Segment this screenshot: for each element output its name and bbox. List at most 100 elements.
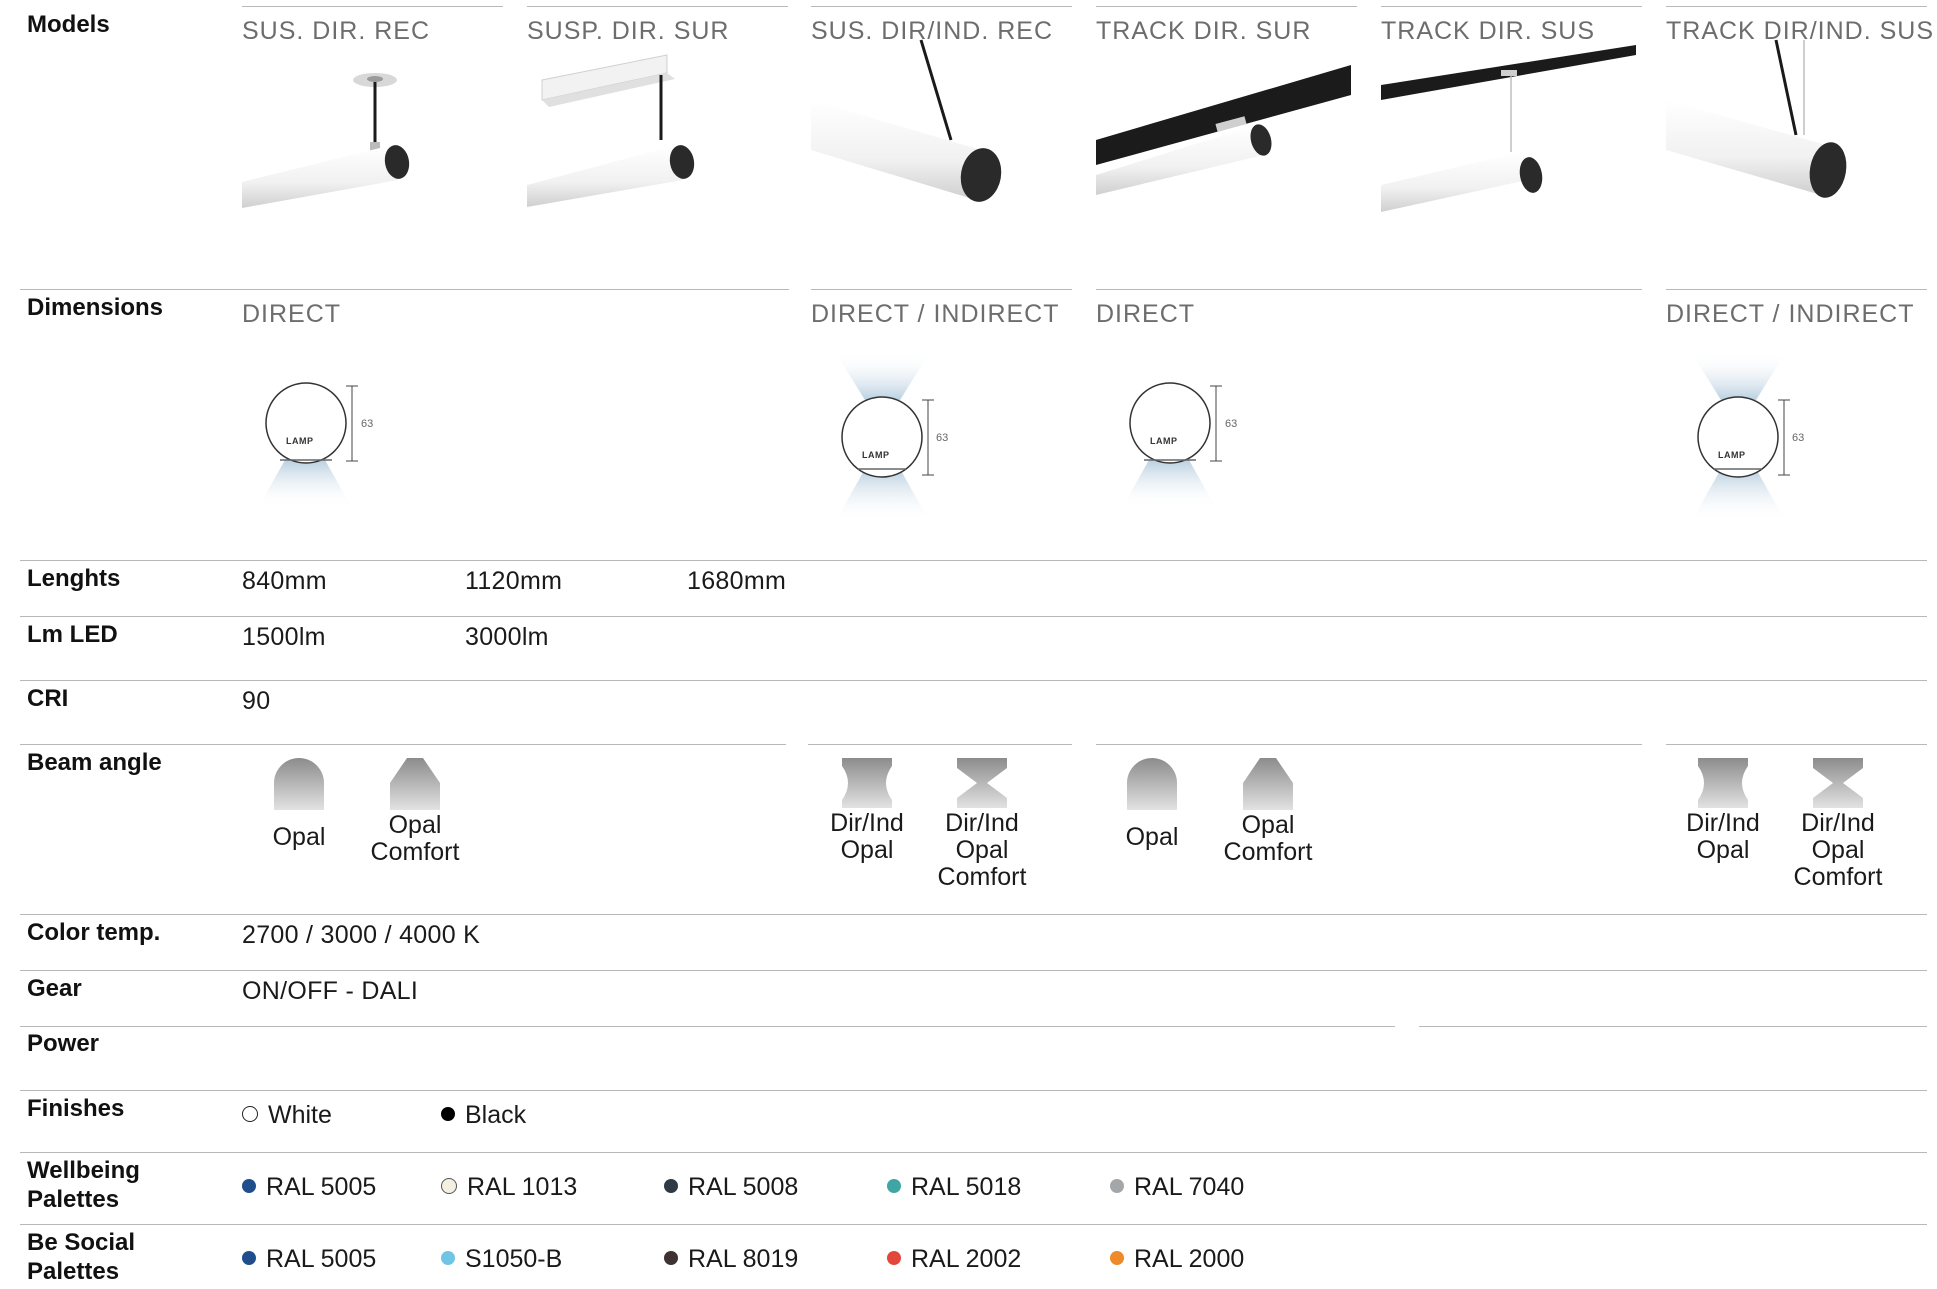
row-label-wellbeing-palettes: Wellbeing Palettes [27,1156,140,1214]
row-label-power: Power [27,1030,100,1057]
beam-dirind-opal-comfort-icon [957,758,1007,808]
color-dot [1110,1251,1124,1266]
color-dot [887,1251,901,1266]
divider-dimensions-d [1666,289,1927,290]
wellbeing-swatch-1: RAL 5005 [242,1173,376,1202]
swatch-label: RAL 1013 [467,1173,578,1201]
swatch-label: RAL 8019 [688,1245,799,1273]
row-label-cri: CRI [27,685,69,712]
beam-label-line: Dir/Ind [945,809,1019,837]
divider-color-temp [20,914,1927,915]
dimension-group-direct-2: DIRECT [1096,300,1196,328]
beam-label-line: Opal [840,836,894,864]
divider-dimensions-c [1096,289,1642,290]
row-label-beam-angle: Beam angle [27,749,162,776]
divider-top-4 [1096,6,1357,7]
swatch-label: RAL 2000 [1134,1245,1245,1273]
divider-cri [20,680,1927,681]
beam-dirind-opal-icon [842,758,892,808]
color-dot [664,1251,678,1266]
wellbeing-label-line2: Palettes [27,1186,120,1213]
beam-opal-comfort-icon [1243,758,1293,810]
beam-opal-icon [1127,758,1177,810]
color-dot [664,1179,678,1194]
lm-led-value-2: 3000lm [465,623,549,651]
divider-power-b [1419,1026,1927,1027]
wellbeing-swatch-5: RAL 7040 [1110,1173,1244,1202]
beam-label-dirind-opal-comfort: Dir/Ind Opal Comfort [1778,810,1898,891]
diagram-brand-label: LAMP [1150,436,1178,446]
diagram-size-label: 63 [936,432,949,444]
divider-beam-c [1096,744,1642,745]
finish-label: White [268,1101,332,1129]
model-title-4: TRACK DIR. SUR [1096,17,1312,45]
length-value-2: 1120mm [465,567,563,595]
product-image-susp-dir-sur [527,54,695,207]
divider-lenghts [20,560,1927,561]
diagram-size-label: 63 [1792,432,1805,444]
dimension-diagram-direct-2: LAMP 63 [1104,380,1244,520]
product-image-sus-dir-rec [242,73,410,208]
beam-label-line: Dir/Ind [1686,809,1760,837]
gear-value: ON/OFF - DALI [242,977,419,1005]
swatch-label: RAL 5005 [266,1245,377,1273]
dimension-diagram-dirind-1: LAMP 63 [810,352,960,527]
beam-label-line: Comfort [1793,863,1883,891]
divider-beam-a [20,744,786,745]
beam-opal-icon [274,758,324,810]
finish-swatch [242,1106,258,1123]
beam-label-opal-comfort: Opal Comfort [355,812,475,866]
beam-label-opal-comfort: Opal Comfort [1208,812,1328,866]
beam-label-line: Comfort [1223,838,1313,866]
social-swatch-3: RAL 8019 [664,1245,798,1274]
diagram-brand-label: LAMP [862,450,890,460]
swatch-label: RAL 5008 [688,1173,799,1201]
swatch-label: RAL 2002 [911,1245,1022,1273]
divider-dimensions-a [20,289,789,290]
beam-label-opal: Opal [272,823,326,851]
product-image-track-dirind-sus [1666,39,1847,198]
color-dot [441,1178,457,1195]
diagram-brand-label: LAMP [1718,450,1746,460]
beam-label-line: Opal [955,836,1009,864]
divider-beam-d [1666,744,1927,745]
color-dot [441,1251,455,1266]
row-label-models: Models [27,11,110,38]
color-dot [1110,1179,1124,1194]
row-label-lm-led: Lm LED [27,621,118,648]
wellbeing-swatch-4: RAL 5018 [887,1173,1021,1202]
finish-white: White [242,1101,332,1130]
wellbeing-swatch-2: RAL 1013 [441,1173,577,1202]
beam-label-line: Opal [388,811,442,839]
beam-dirind-opal-comfort-icon [1813,758,1863,808]
divider-lm-led [20,616,1927,617]
beam-label-line: Opal [1241,811,1295,839]
divider-top-2 [527,6,788,7]
finish-swatch [441,1107,455,1122]
dimension-group-direct-1: DIRECT [242,300,342,328]
length-value-1: 840mm [242,567,327,595]
divider-gear [20,970,1927,971]
social-swatch-4: RAL 2002 [887,1245,1021,1274]
swatch-label: RAL 5005 [266,1173,377,1201]
divider-top-6 [1666,6,1927,7]
diagram-brand-label: LAMP [286,436,314,446]
length-value-3: 1680mm [687,567,787,595]
lm-led-value-1: 1500lm [242,623,326,651]
row-label-lenghts: Lenghts [27,565,121,592]
beam-label-dirind-opal: Dir/Ind Opal [812,810,922,864]
social-swatch-5: RAL 2000 [1110,1245,1244,1274]
wellbeing-swatch-3: RAL 5008 [664,1173,798,1202]
divider-finishes [20,1090,1927,1091]
social-label-line1: Be Social [27,1229,136,1256]
dimension-group-dirind-1: DIRECT / INDIRECT [811,300,1060,328]
row-label-finishes: Finishes [27,1095,125,1122]
product-image-track-dir-sur [1096,65,1351,195]
beam-dirind-opal-icon [1698,758,1748,808]
beam-label-line: Comfort [937,863,1027,891]
beam-label-line: Opal [1811,836,1865,864]
divider-top-5 [1381,6,1642,7]
divider-beam-b [808,744,1072,745]
swatch-label: RAL 5018 [911,1173,1022,1201]
beam-label-opal: Opal [1125,823,1179,851]
